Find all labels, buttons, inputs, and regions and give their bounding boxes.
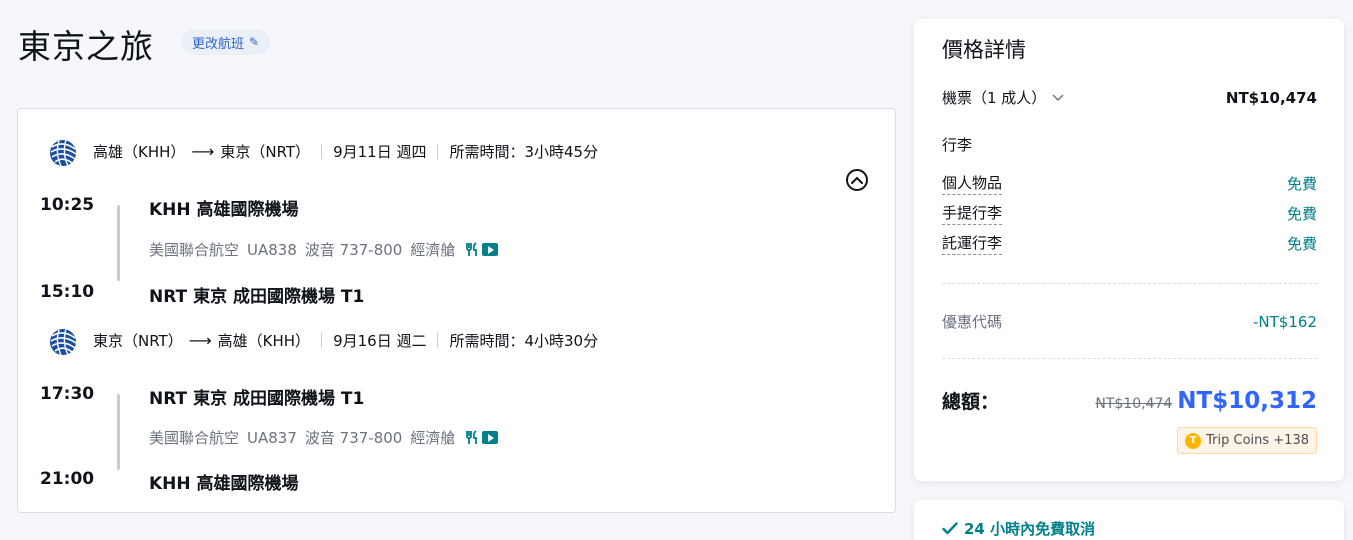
arrow-right-icon: ⟶ — [188, 330, 212, 350]
arrow-right-icon: ⟶ — [191, 141, 215, 161]
aircraft-type: 波音 737-800 — [304, 429, 403, 447]
flight-itinerary-card: 高雄（KHH） ⟶ 東京（NRT） 9月11日 週四 所需時間：3小時45分 1… — [17, 108, 896, 513]
free-cancel-row: 24 小時內免費取消 — [942, 518, 1095, 539]
united-airlines-logo-icon — [45, 324, 77, 356]
segment-header-outbound: 高雄（KHH） ⟶ 東京（NRT） 9月11日 週四 所需時間：3小時45分 — [45, 135, 598, 167]
entertainment-icon — [482, 431, 499, 444]
free-cancel-label: 24 小時內免費取消 — [964, 520, 1096, 538]
route-to: 高雄（KHH） — [217, 331, 311, 350]
trip-coins-label: Trip Coins +138 — [1206, 433, 1309, 448]
baggage-title-row: 行李 — [942, 134, 1317, 155]
coin-icon: T — [1185, 432, 1202, 449]
change-flight-button[interactable]: 更改航班 ✎ — [181, 29, 271, 55]
total-price: NT$10,312 — [1177, 387, 1317, 414]
checked-bag-label[interactable]: 託運行李 — [942, 232, 1003, 255]
total-row: 總額： NT$10,474 NT$10,312 — [942, 387, 1317, 414]
amenities — [465, 242, 499, 257]
amenities — [465, 430, 499, 445]
flight-duration: 所需時間：3小時45分 — [449, 142, 599, 161]
divider — [942, 358, 1317, 359]
flight-number: UA838 — [247, 240, 297, 259]
depart-time: 10:25 — [40, 195, 95, 215]
airline-name: 美國聯合航空 — [149, 429, 240, 447]
aircraft-type: 波音 737-800 — [304, 241, 403, 259]
promo-row: 優惠代碼 -NT$162 — [942, 311, 1317, 332]
flight-info: 美國聯合航空 UA838 波音 737-800 經濟艙 — [149, 239, 499, 260]
route-from: 東京（NRT） — [93, 331, 183, 350]
arrive-time: 15:10 — [40, 282, 95, 302]
promo-label: 優惠代碼 — [942, 313, 1003, 331]
chevron-up-icon — [851, 176, 863, 184]
depart-time: 17:30 — [40, 384, 95, 404]
price-details-title: 價格詳情 — [942, 38, 1026, 62]
depart-airport: NRT 東京 成田國際機場 T1 — [149, 389, 365, 409]
timeline-bar — [117, 394, 120, 470]
depart-airport: KHH 高雄國際機場 — [149, 200, 299, 220]
cabin-class: 經濟艙 — [410, 241, 456, 259]
flight-date: 9月11日 週四 — [333, 142, 427, 161]
checked-bag-value: 免費 — [1286, 235, 1317, 253]
route-to: 東京（NRT） — [220, 142, 311, 161]
divider — [437, 143, 439, 159]
flight-info: 美國聯合航空 UA837 波音 737-800 經濟艙 — [149, 427, 499, 448]
personal-item-label[interactable]: 個人物品 — [942, 172, 1003, 195]
divider — [942, 283, 1317, 284]
arrive-airport: NRT 東京 成田國際機場 T1 — [149, 287, 365, 307]
entertainment-icon — [482, 243, 499, 256]
segment-header-return: 東京（NRT） ⟶ 高雄（KHH） 9月16日 週二 所需時間：4小時30分 — [45, 324, 598, 356]
arrive-airport: KHH 高雄國際機場 — [149, 474, 299, 494]
trip-coins-badge: T Trip Coins +138 — [1177, 427, 1317, 454]
carry-on-label[interactable]: 手提行李 — [942, 202, 1003, 225]
ticket-expand-toggle[interactable]: 機票（1 成人） — [942, 87, 1064, 108]
flight-duration: 所需時間：4小時30分 — [449, 331, 599, 350]
arrive-time: 21:00 — [40, 469, 95, 489]
original-price: NT$10,474 — [1095, 395, 1173, 412]
collapse-button[interactable] — [846, 169, 868, 191]
cabin-class: 經濟艙 — [410, 429, 456, 447]
divider — [321, 332, 323, 348]
divider — [437, 332, 439, 348]
flight-number: UA837 — [247, 428, 297, 447]
page-title: 東京之旅 — [18, 27, 154, 66]
baggage-item: 手提行李 免費 — [942, 202, 1317, 225]
meal-icon — [466, 242, 478, 256]
chevron-down-icon — [1052, 94, 1064, 101]
ticket-price: NT$10,474 — [1225, 88, 1317, 107]
meal-icon — [466, 430, 478, 444]
free-cancel-card: 24 小時內免費取消 — [914, 500, 1344, 540]
united-airlines-logo-icon — [45, 135, 77, 167]
price-details-card: 價格詳情 機票（1 成人） NT$10,474 行李 個人物品 免費 手提行李 … — [914, 19, 1344, 481]
carry-on-value: 免費 — [1286, 205, 1317, 223]
airline-name: 美國聯合航空 — [149, 241, 240, 259]
personal-item-value: 免費 — [1286, 175, 1317, 193]
ticket-row: 機票（1 成人） NT$10,474 — [942, 87, 1317, 108]
baggage-item: 託運行李 免費 — [942, 232, 1317, 255]
change-flight-label: 更改航班 — [192, 36, 245, 52]
flight-date: 9月16日 週二 — [333, 331, 427, 350]
checkmark-icon — [942, 522, 958, 535]
route-from: 高雄（KHH） — [93, 142, 186, 161]
total-label: 總額： — [942, 391, 1000, 413]
divider — [321, 143, 323, 159]
pencil-icon: ✎ — [249, 35, 260, 49]
promo-value: -NT$162 — [1253, 312, 1317, 331]
timeline-bar — [117, 205, 120, 281]
baggage-item: 個人物品 免費 — [942, 172, 1317, 195]
baggage-title: 行李 — [942, 136, 973, 154]
ticket-label: 機票（1 成人） — [942, 89, 1047, 107]
